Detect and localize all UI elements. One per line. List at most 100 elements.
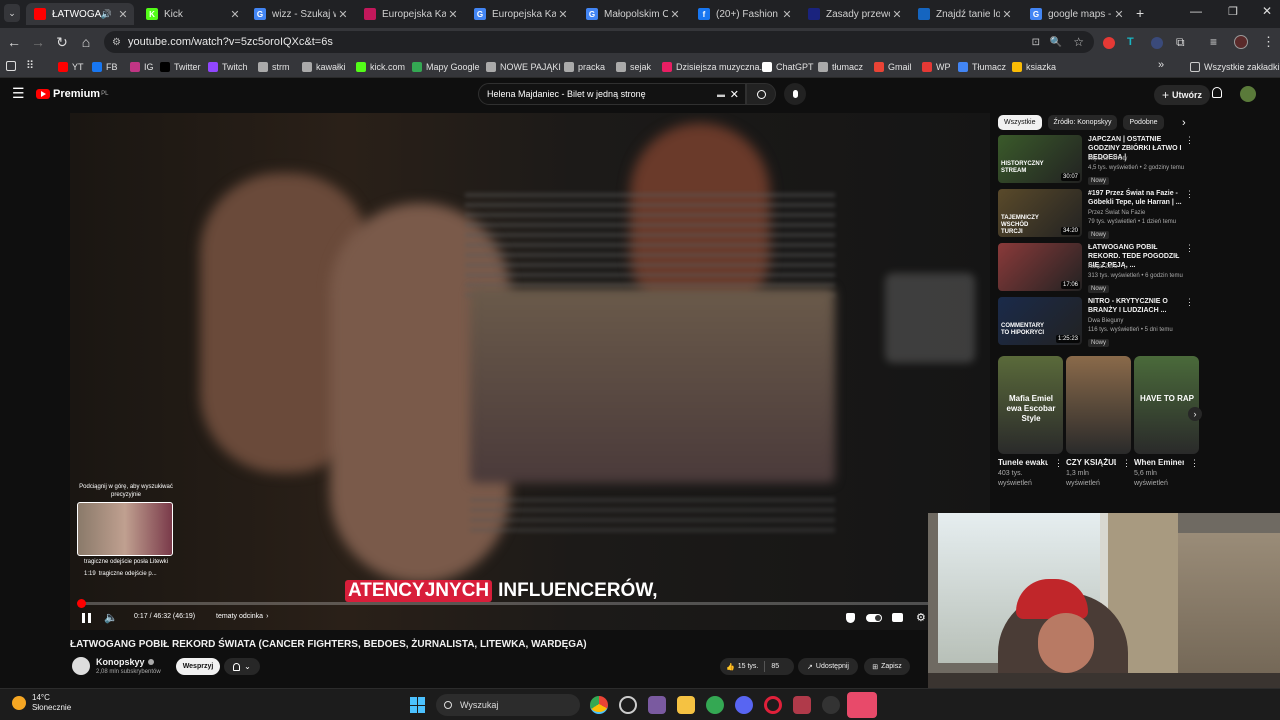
recommendation-channel[interactable]: Dwa Bieguny [1088,317,1193,325]
extension-translate-icon[interactable]: T [1127,36,1134,48]
extension-icon[interactable] [1151,37,1163,49]
keyboard-icon[interactable]: ▬ [717,90,725,99]
notifications-bell-icon[interactable] [1212,87,1222,98]
share-button[interactable]: ↗ Udostępnij [798,658,858,675]
recommendation-thumbnail[interactable]: TAJEMNICZY WSCHÓD TURCJI 34:20 [998,189,1082,237]
more-options-icon[interactable]: ⋮ [1185,189,1194,200]
progress-scrubber[interactable] [77,599,86,608]
tab-close-icon[interactable]: ✕ [116,8,130,21]
tab-8[interactable]: Znajdź tanie loty✕ [910,3,1018,25]
channel-name[interactable]: Konopskyy [96,657,154,667]
short-item[interactable]: Mafia Emiel ewa Escobar Style Tunele ewak… [998,356,1063,489]
recommendation-item[interactable]: 17:06 ŁATWOGANG POBIŁ REKORD. TEDE POGODZ… [998,243,1198,293]
close-window-button[interactable]: ✕ [1262,4,1272,18]
taskbar-search[interactable]: Wyszukaj [436,694,580,716]
minimize-button[interactable]: — [1190,4,1202,18]
bookmark-11[interactable]: sejak [616,59,651,75]
volume-button[interactable]: 🔈 [104,611,118,624]
tab-close-icon[interactable]: ✕ [890,8,904,21]
forward-icon[interactable]: → [28,32,48,52]
extensions-puzzle-icon[interactable]: ⧉ [1176,35,1185,50]
bookmark-4[interactable]: Twitch [208,59,248,75]
apps-grid-icon[interactable]: ⠿ [26,59,34,72]
restore-button[interactable]: ❐ [1228,5,1238,18]
recommendation-channel[interactable]: Japczan Shoty [1088,155,1193,163]
bookmarks-overflow-icon[interactable]: » [1158,59,1164,71]
premium-shield-icon[interactable] [846,613,855,623]
all-bookmarks-folder[interactable]: Wszystkie zakładki [1190,59,1280,75]
chapters-button[interactable]: tematy odcinka › [216,613,268,620]
short-title[interactable]: When Eminem & ... [1134,458,1184,469]
recommendation-item[interactable]: TAJEMNICZY WSCHÓD TURCJI 34:20 #197 Przez … [998,189,1198,239]
account-avatar[interactable] [1240,86,1256,102]
voice-search-button[interactable] [784,83,806,105]
chip-1[interactable]: Źródło: Konopskyy [1047,115,1118,130]
recommendation-item[interactable]: COMMENTARY TO HIPOKRYCI 1:25:23 NITRO - KR… [998,297,1198,347]
photos-taskbar-icon[interactable] [648,696,666,714]
bookmark-10[interactable]: pracka [564,59,605,75]
autoplay-toggle[interactable] [866,614,882,622]
tab-close-icon[interactable]: ✕ [556,8,570,21]
bookmark-star-icon[interactable]: ☆ [1073,35,1084,49]
bookmark-0[interactable]: YT [58,59,84,75]
more-options-icon[interactable]: ⋮ [1185,135,1194,146]
zoom-icon[interactable]: 🔍 [1050,37,1062,48]
recommendation-thumbnail[interactable]: COMMENTARY TO HIPOKRYCI 1:25:23 [998,297,1082,345]
search-box[interactable]: Helena Majdaniec - Bilet w jedną stronę … [478,83,746,105]
bookmark-9[interactable]: NOWE PAJĄKI [486,59,561,75]
like-button[interactable]: 👍 15 tys. [720,663,758,671]
active-app-taskbar-icon[interactable] [847,692,877,718]
short-thumbnail[interactable]: Mafia Emiel ewa Escobar Style [998,356,1063,454]
back-icon[interactable]: ← [4,32,24,52]
home-icon[interactable]: ⌂ [76,32,96,52]
tab-1[interactable]: K Kick ✕ [138,3,246,25]
pause-button[interactable] [82,613,92,623]
install-app-icon[interactable]: ⊡ [1032,37,1040,48]
search-button[interactable] [746,83,776,105]
subtitles-button[interactable] [892,613,903,622]
app-taskbar-icon[interactable] [619,696,637,714]
more-options-icon[interactable]: ⋮ [1122,458,1131,469]
bookmark-17[interactable]: Tłumacz [958,59,1006,75]
sidebar-toggle-icon[interactable] [6,61,16,71]
recommendation-title[interactable]: #197 Przez Świat na Fazie - Göbekli Tepe… [1088,189,1188,207]
more-options-icon[interactable]: ⋮ [1054,458,1063,469]
bookmark-3[interactable]: Twitter [160,59,201,75]
bookmark-1[interactable]: FB [92,59,118,75]
tab-7[interactable]: Zasady przewozu✕ [800,3,908,25]
weather-widget[interactable]: 14°C Słonecznie [12,693,71,713]
comments-count[interactable]: 85 [771,663,779,670]
short-thumbnail[interactable] [1066,356,1131,454]
recommendation-channel[interactable]: Przez Świat Na Fazie [1088,209,1193,217]
video-player[interactable]: Podciągnij w górę, aby wyszukiwać precyz… [70,113,990,630]
bookmark-5[interactable]: strm [258,59,290,75]
hamburger-menu-icon[interactable]: ☰ [12,85,25,102]
tab-search-button[interactable]: ⌄ [4,4,20,22]
clear-search-icon[interactable]: ✕ [730,88,739,101]
opera-icon[interactable] [764,696,782,714]
search-input[interactable]: Helena Majdaniec - Bilet w jedną stronę [487,89,646,99]
tab-0[interactable]: ŁATWOGANG🔊 ✕ [26,3,134,25]
recommendation-thumbnail[interactable]: 17:06 [998,243,1082,291]
tab-9[interactable]: Ggoogle maps - Sz✕ [1022,3,1130,25]
short-item[interactable]: CZY KSIĄŻULO ... ⋮ 1,3 mln wyświetleń [1066,356,1131,489]
more-options-icon[interactable]: ⋮ [1185,243,1194,254]
tab-close-icon[interactable]: ✕ [228,8,242,21]
tab-close-icon[interactable]: ✕ [1112,8,1126,21]
tab-close-icon[interactable]: ✕ [1000,8,1014,21]
tab-close-icon[interactable]: ✕ [336,8,350,21]
progress-bar[interactable] [77,599,980,608]
short-thumbnail[interactable]: HAVE TO RAP [1134,356,1199,454]
reload-icon[interactable]: ↻ [52,32,72,52]
tab-close-icon[interactable]: ✕ [446,8,460,21]
create-button[interactable]: + Utwórz [1154,85,1211,105]
recommendation-thumbnail[interactable]: HISTORYCZNY STREAM 30:07 [998,135,1082,183]
recommendation-title[interactable]: NITRO - KRYTYCZNIE O BRANŻY I LUDZIACH .… [1088,297,1188,315]
tab-6[interactable]: f (20+) Fashion Nig✕ [690,3,798,25]
bookmark-7[interactable]: kick.com [356,59,405,75]
more-options-icon[interactable]: ⋮ [1190,458,1199,469]
bookmark-8[interactable]: Mapy Google [412,59,480,75]
tab-list-icon[interactable]: ≡ [1210,35,1217,49]
bookmark-14[interactable]: tłumacz [818,59,863,75]
recommendation-item[interactable]: HISTORYCZNY STREAM 30:07 JAPCZAN | OSTATNI… [998,135,1198,185]
